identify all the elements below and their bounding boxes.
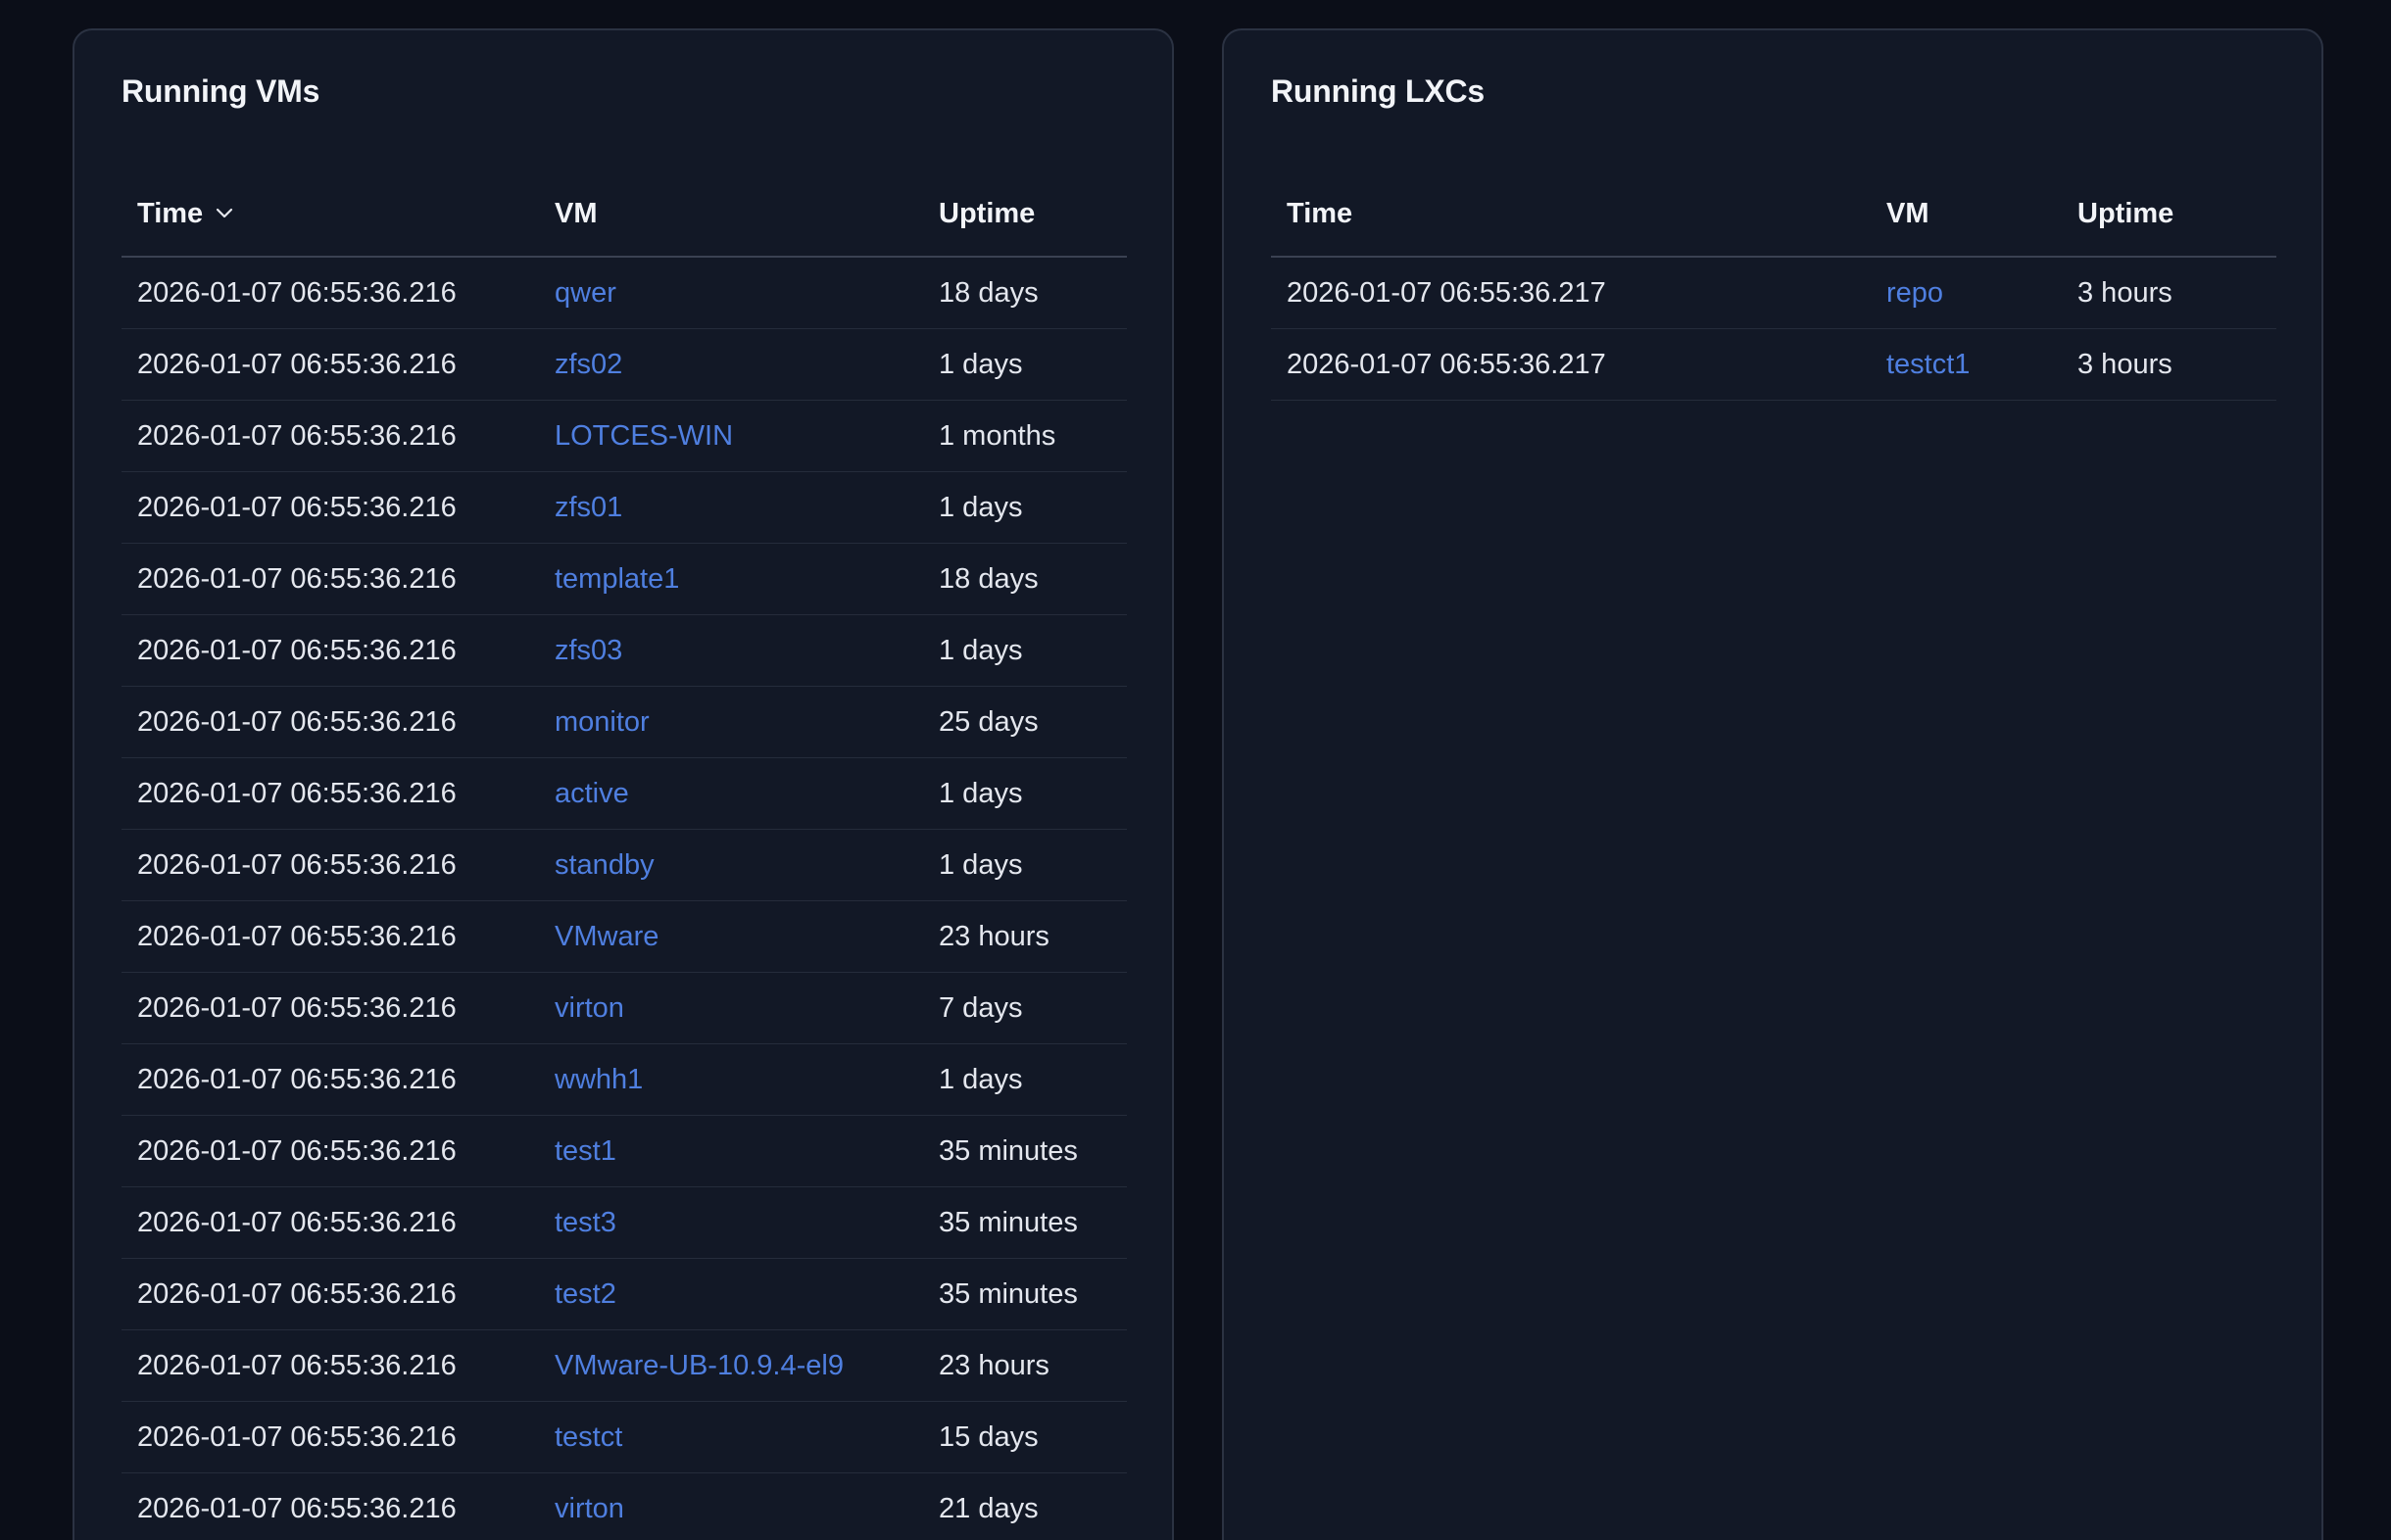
table-header-row: Time VM Uptime — [1271, 171, 2276, 258]
table-row: 2026-01-07 06:55:36.216 test3 35 minutes — [122, 1186, 1127, 1259]
vm-link[interactable]: zfs02 — [539, 328, 923, 401]
panel-title: Running LXCs — [1271, 73, 1486, 109]
running-vms-table-body: 2026-01-07 06:55:36.216 qwer 18 days 2026-0… — [122, 257, 1127, 1540]
uptime-cell: 1 days — [923, 1043, 1127, 1116]
table-row: 2026-01-07 06:55:36.216 active 1 days — [122, 757, 1127, 830]
table-row: 2026-01-07 06:55:36.216 standby 1 days — [122, 829, 1127, 901]
vm-link[interactable]: zfs03 — [539, 614, 923, 687]
table-row: 2026-01-07 06:55:36.216 LOTCES-WIN 1 month… — [122, 400, 1127, 472]
running-lxcs-panel: Running LXCs Time VM Uptime 2026-01-07 0… — [1222, 28, 2323, 1540]
vm-link[interactable]: zfs01 — [539, 471, 923, 544]
uptime-cell: 18 days — [923, 257, 1127, 329]
column-header-time[interactable]: Time — [1271, 171, 1871, 258]
uptime-cell: 3 hours — [2062, 328, 2276, 401]
running-lxcs-table-body: 2026-01-07 06:55:36.217 repo 3 hours 2026-0… — [1271, 257, 2276, 401]
time-cell: 2026-01-07 06:55:36.216 — [122, 1472, 539, 1540]
time-cell: 2026-01-07 06:55:36.217 — [1271, 328, 1871, 401]
time-cell: 2026-01-07 06:55:36.216 — [122, 1258, 539, 1330]
time-cell: 2026-01-07 06:55:36.216 — [122, 1043, 539, 1116]
time-cell: 2026-01-07 06:55:36.216 — [122, 471, 539, 544]
uptime-cell: 7 days — [923, 972, 1127, 1044]
vm-link[interactable]: qwer — [539, 257, 923, 329]
column-header-vm[interactable]: VM — [539, 171, 923, 258]
uptime-cell: 23 hours — [923, 1329, 1127, 1402]
time-cell: 2026-01-07 06:55:36.216 — [122, 543, 539, 615]
vm-link[interactable]: standby — [539, 829, 923, 901]
table-row: 2026-01-07 06:55:36.216 test2 35 minutes — [122, 1258, 1127, 1330]
vm-link[interactable]: active — [539, 757, 923, 830]
uptime-cell: 1 days — [923, 829, 1127, 901]
vm-link[interactable]: wwhh1 — [539, 1043, 923, 1116]
vm-link[interactable]: template1 — [539, 543, 923, 615]
uptime-cell: 35 minutes — [923, 1115, 1127, 1187]
column-header-vm[interactable]: VM — [1871, 171, 2062, 258]
time-cell: 2026-01-07 06:55:36.216 — [122, 614, 539, 687]
time-cell: 2026-01-07 06:55:36.216 — [122, 328, 539, 401]
chevron-down-icon[interactable] — [213, 201, 236, 224]
column-header-uptime[interactable]: Uptime — [2062, 171, 2276, 258]
uptime-cell: 35 minutes — [923, 1258, 1127, 1330]
time-cell: 2026-01-07 06:55:36.216 — [122, 400, 539, 472]
table-row: 2026-01-07 06:55:36.216 template1 18 days — [122, 543, 1127, 615]
table-row: 2026-01-07 06:55:36.216 testct 15 days — [122, 1401, 1127, 1473]
vm-link[interactable]: test3 — [539, 1186, 923, 1259]
time-cell: 2026-01-07 06:55:36.216 — [122, 1329, 539, 1402]
table-row: 2026-01-07 06:55:36.216 test1 35 minutes — [122, 1115, 1127, 1187]
table-row: 2026-01-07 06:55:36.216 zfs01 1 days — [122, 471, 1127, 544]
table-header-row: Time VM Uptime — [122, 171, 1127, 258]
table-row: 2026-01-07 06:55:36.216 monitor 25 days — [122, 686, 1127, 758]
uptime-cell: 1 days — [923, 757, 1127, 830]
vm-link[interactable]: LOTCES-WIN — [539, 400, 923, 472]
table-row: 2026-01-07 06:55:36.216 VMware-UB-10.9.4-… — [122, 1329, 1127, 1402]
uptime-cell: 15 days — [923, 1401, 1127, 1473]
uptime-cell: 21 days — [923, 1472, 1127, 1540]
running-vms-panel: Running VMs Time VM Uptime 2026-01-07 06… — [73, 28, 1174, 1540]
dashboard-page: Running VMs Time VM Uptime 2026-01-07 06… — [0, 0, 2391, 1540]
vm-link[interactable]: virton — [539, 1472, 923, 1540]
time-cell: 2026-01-07 06:55:36.216 — [122, 257, 539, 329]
uptime-cell: 23 hours — [923, 900, 1127, 973]
vm-link[interactable]: virton — [539, 972, 923, 1044]
vm-link[interactable]: testct — [539, 1401, 923, 1473]
table-row: 2026-01-07 06:55:36.216 qwer 18 days — [122, 257, 1127, 329]
table-row: 2026-01-07 06:55:36.216 virton 21 days — [122, 1472, 1127, 1540]
uptime-cell: 1 months — [923, 400, 1127, 472]
time-cell: 2026-01-07 06:55:36.216 — [122, 972, 539, 1044]
vm-link[interactable]: testct1 — [1871, 328, 2062, 401]
uptime-cell: 1 days — [923, 328, 1127, 401]
table-row: 2026-01-07 06:55:36.216 zfs02 1 days — [122, 328, 1127, 401]
time-cell: 2026-01-07 06:55:36.216 — [122, 757, 539, 830]
time-cell: 2026-01-07 06:55:36.216 — [122, 1401, 539, 1473]
table-row: 2026-01-07 06:55:36.216 zfs03 1 days — [122, 614, 1127, 687]
vm-link[interactable]: VMware — [539, 900, 923, 973]
time-cell: 2026-01-07 06:55:36.216 — [122, 1115, 539, 1187]
vm-link[interactable]: test2 — [539, 1258, 923, 1330]
time-cell: 2026-01-07 06:55:36.216 — [122, 1186, 539, 1259]
column-header-time[interactable]: Time — [122, 171, 539, 258]
vm-link[interactable]: VMware-UB-10.9.4-el9 — [539, 1329, 923, 1402]
time-cell: 2026-01-07 06:55:36.216 — [122, 829, 539, 901]
uptime-cell: 25 days — [923, 686, 1127, 758]
vm-link[interactable]: monitor — [539, 686, 923, 758]
uptime-cell: 35 minutes — [923, 1186, 1127, 1259]
table-row: 2026-01-07 06:55:36.216 virton 7 days — [122, 972, 1127, 1044]
table-row: 2026-01-07 06:55:36.216 wwhh1 1 days — [122, 1043, 1127, 1116]
uptime-cell: 3 hours — [2062, 257, 2276, 329]
running-lxcs-table: Time VM Uptime 2026-01-07 06:55:36.217 re… — [1271, 171, 2276, 401]
column-header-label: Time — [137, 197, 204, 229]
time-cell: 2026-01-07 06:55:36.216 — [122, 900, 539, 973]
running-vms-table: Time VM Uptime 2026-01-07 06:55:36.216 qw… — [122, 171, 1127, 1540]
uptime-cell: 18 days — [923, 543, 1127, 615]
time-cell: 2026-01-07 06:55:36.216 — [122, 686, 539, 758]
vm-link[interactable]: repo — [1871, 257, 2062, 329]
table-row: 2026-01-07 06:55:36.217 testct1 3 hours — [1271, 328, 2276, 401]
table-row: 2026-01-07 06:55:36.217 repo 3 hours — [1271, 257, 2276, 329]
column-header-uptime[interactable]: Uptime — [923, 171, 1127, 258]
time-cell: 2026-01-07 06:55:36.217 — [1271, 257, 1871, 329]
uptime-cell: 1 days — [923, 614, 1127, 687]
table-row: 2026-01-07 06:55:36.216 VMware 23 hours — [122, 900, 1127, 973]
uptime-cell: 1 days — [923, 471, 1127, 544]
vm-link[interactable]: test1 — [539, 1115, 923, 1187]
panel-title: Running VMs — [122, 73, 320, 109]
